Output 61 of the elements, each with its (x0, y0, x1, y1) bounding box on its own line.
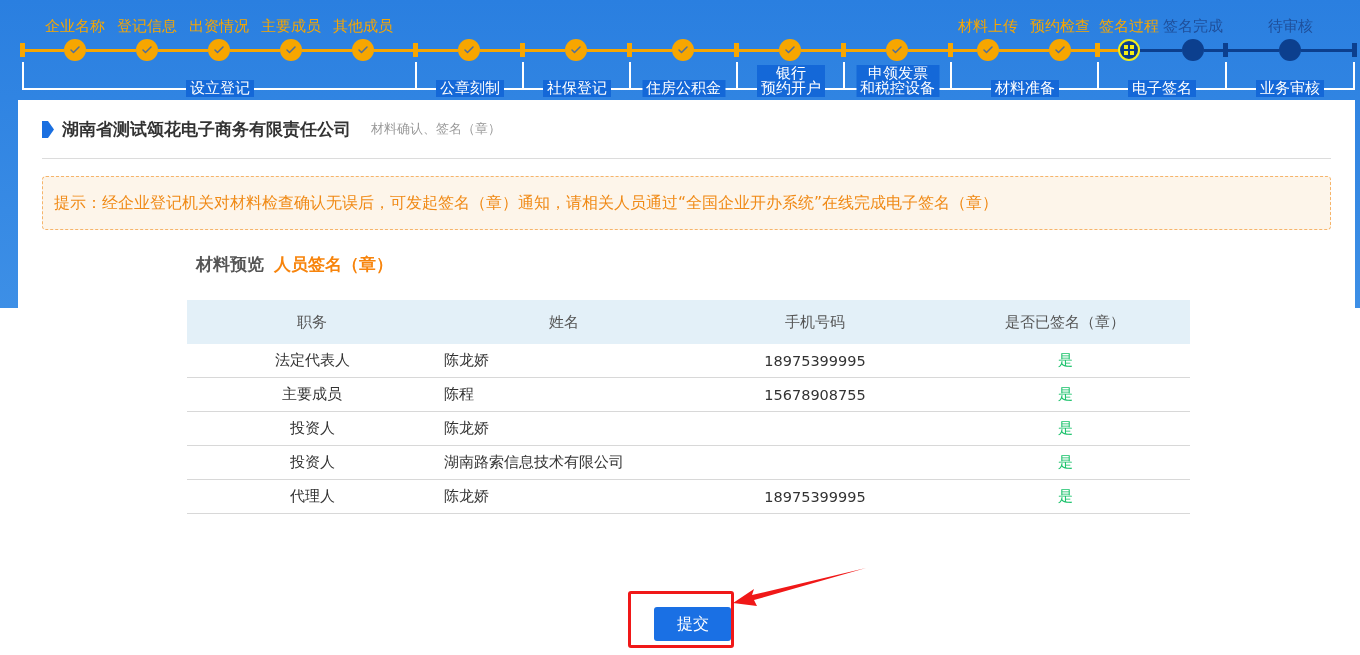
table-cell: 陈程 (437, 378, 690, 412)
section-label: 材料预览 (196, 254, 264, 276)
submit-button[interactable]: 提交 (654, 607, 731, 641)
table-cell: 是 (940, 344, 1190, 378)
check-icon (356, 44, 369, 56)
check-icon (1053, 44, 1066, 56)
page-subtitle: 材料确认、签名（章） (371, 120, 501, 138)
phase-label: 申领发票 和税控设备 (856, 65, 939, 97)
phase-label: 设立登记 (185, 80, 254, 97)
phase-label: 公章刻制 (435, 80, 504, 97)
column-header: 手机号码 (690, 300, 940, 344)
step-label: 签名完成 (1163, 16, 1223, 37)
table-cell: 是 (940, 480, 1190, 514)
step-label: 预约检查 (1029, 16, 1090, 37)
step-label: 签名过程 (1099, 16, 1159, 37)
phase-label: 电子签名 (1128, 80, 1196, 97)
step-label: 主要成员 (260, 16, 321, 37)
table-cell: 陈龙娇 (437, 344, 690, 378)
step-label: 其他成员 (332, 16, 393, 37)
check-icon (890, 44, 903, 56)
table-cell: 陈龙娇 (437, 412, 690, 446)
phase-label: 材料准备 (990, 80, 1059, 97)
table-cell: 是 (940, 446, 1190, 480)
company-name: 湖南省测试颂花电子商务有限责任公司 (62, 117, 351, 141)
column-header: 职务 (187, 300, 437, 344)
table-cell: 投资人 (187, 412, 437, 446)
step-label: 待审核 (1267, 16, 1313, 37)
check-icon (284, 44, 297, 56)
section-title: 人员签名（章） (274, 254, 393, 276)
table-cell: 法定代表人 (187, 344, 437, 378)
step-label: 材料上传 (957, 16, 1018, 37)
grid-icon (1124, 45, 1134, 55)
table-cell: 代理人 (187, 480, 437, 514)
step-label: 登记信息 (116, 16, 177, 37)
check-icon (212, 44, 225, 56)
phase-label: 业务审核 (1256, 80, 1324, 97)
table-cell: 15678908755 (690, 378, 940, 412)
check-icon (140, 44, 153, 56)
table-cell: 投资人 (187, 446, 437, 480)
table-cell: 是 (940, 412, 1190, 446)
phase-label: 银行 预约开户 (756, 65, 825, 97)
column-header: 姓名 (437, 300, 690, 344)
notice-banner: 提示：经企业登记机关对材料检查确认无误后，可发起签名（章）通知，请相关人员通过“全国企业开办系统”在线完成电子签名（章） (42, 176, 1331, 230)
step-label: 出资情况 (188, 16, 249, 37)
title-marker-icon (42, 120, 54, 138)
check-icon (569, 44, 582, 56)
phase-label: 住房公积金 (642, 80, 725, 97)
check-icon (68, 44, 81, 56)
column-header: 是否已签名（章） (940, 300, 1190, 344)
table-cell: 主要成员 (187, 378, 437, 412)
check-icon (676, 44, 689, 56)
table-cell: 是 (940, 378, 1190, 412)
table-cell: 18975399995 (690, 480, 940, 514)
check-icon (981, 44, 994, 56)
phase-label: 社保登记 (542, 80, 611, 97)
table-cell: 18975399995 (690, 344, 940, 378)
step-label: 企业名称 (44, 16, 105, 37)
check-icon (462, 44, 475, 56)
check-icon (783, 44, 796, 56)
table-cell: 陈龙娇 (437, 480, 690, 514)
table-cell: 湖南路索信息技术有限公司 (437, 446, 690, 480)
